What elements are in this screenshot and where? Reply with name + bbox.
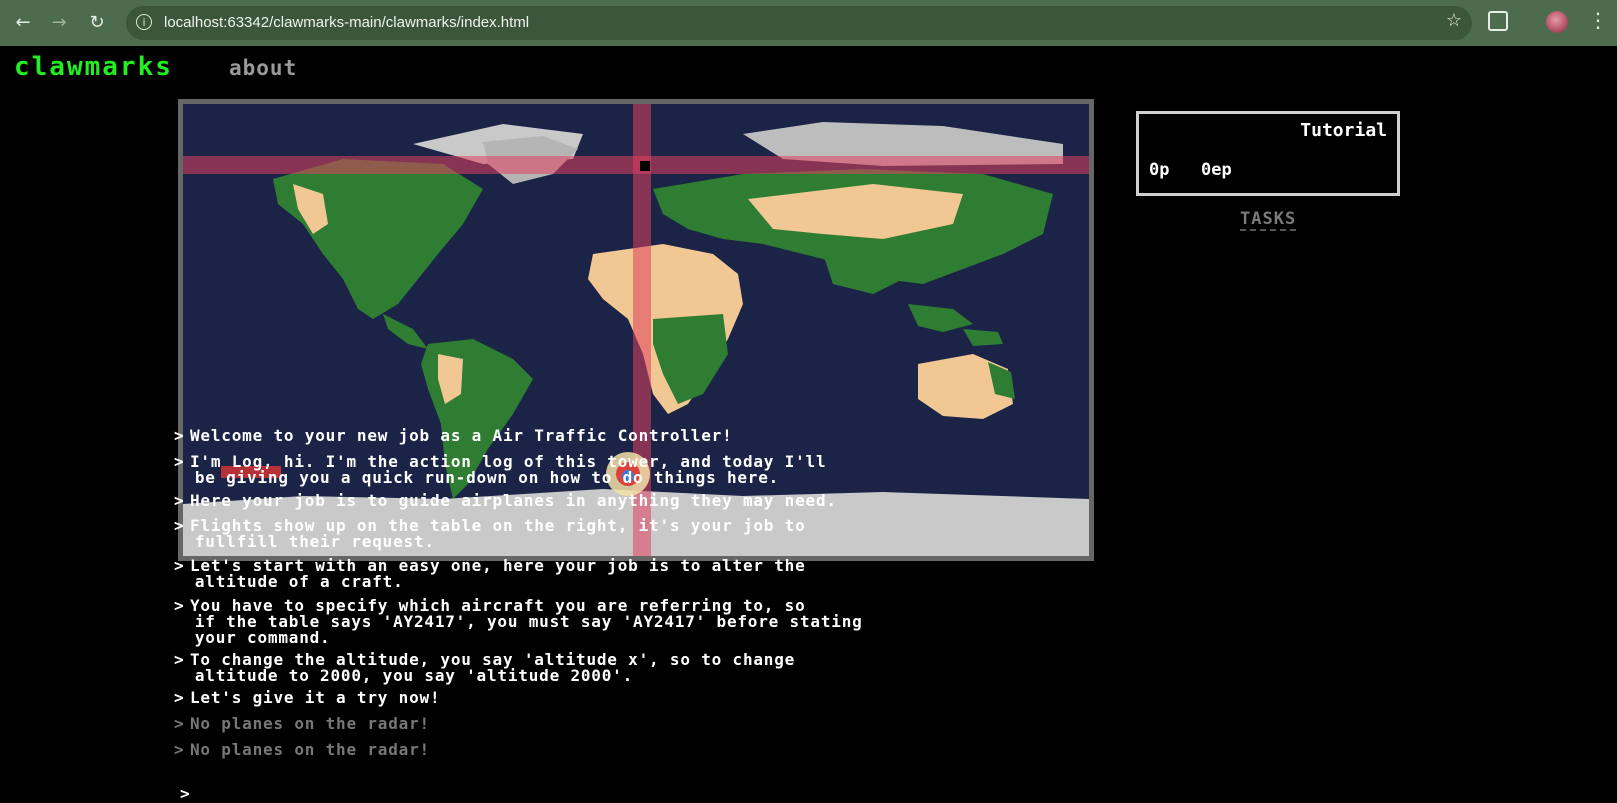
log-line: > Welcome to your new job as a Air Traffi…: [174, 428, 733, 444]
log-text: Here your job is to guide airplanes in a…: [190, 491, 837, 510]
log-text: Flights show up on the table on the righ…: [190, 516, 806, 551]
bookmark-star-icon[interactable]: ☆: [1446, 10, 1462, 31]
address-bar[interactable]: i localhost:63342/clawmarks-main/clawmar…: [126, 6, 1472, 40]
log-line: > You have to specify which aircraft you …: [174, 598, 863, 646]
mode-title: Tutorial: [1300, 120, 1387, 141]
log-line: > I'm Log, hi. I'm the action log of this…: [174, 454, 826, 486]
site-info-icon[interactable]: i: [136, 14, 152, 30]
log-caret: >: [174, 688, 185, 707]
extensions-icon[interactable]: [1488, 11, 1508, 31]
log-text: No planes on the radar!: [190, 714, 430, 733]
menu-kebab-icon[interactable]: ⋮: [1588, 8, 1608, 32]
log-caret: >: [174, 740, 185, 759]
points-value: 0p: [1149, 160, 1170, 180]
log-line: > Let's start with an easy one, here your…: [174, 558, 806, 590]
status-panel: Tutorial 0p 0ep: [1136, 111, 1400, 196]
tasks-tab[interactable]: TASKS: [1240, 209, 1297, 231]
site-brand-link[interactable]: clawmarks: [14, 52, 173, 82]
about-link[interactable]: about: [229, 56, 297, 80]
log-text: To change the altitude, you say 'altitud…: [190, 650, 796, 685]
browser-toolbar: ← → ↻ i localhost:63342/clawmarks-main/c…: [0, 0, 1617, 46]
extra-points-value: 0ep: [1201, 160, 1232, 180]
log-line: > Let's give it a try now!: [174, 690, 440, 706]
back-icon[interactable]: ←: [10, 10, 36, 36]
log-text: Welcome to your new job as a Air Traffic…: [190, 426, 733, 445]
log-text: Let's start with an easy one, here your …: [190, 556, 806, 591]
log-line: > No planes on the radar!: [174, 742, 430, 758]
log-line: > Flights show up on the table on the rig…: [174, 518, 806, 550]
log-caret: >: [174, 426, 185, 445]
forward-icon[interactable]: →: [46, 10, 72, 36]
command-input[interactable]: >: [180, 784, 190, 803]
log-line: > No planes on the radar!: [174, 716, 430, 732]
url-text[interactable]: localhost:63342/clawmarks-main/clawmarks…: [164, 14, 529, 31]
log-text: You have to specify which aircraft you a…: [190, 596, 863, 647]
log-line: > To change the altitude, you say 'altitu…: [174, 652, 795, 684]
log-text: No planes on the radar!: [190, 740, 430, 759]
world-map-graphic: [183, 104, 1089, 556]
log-text: Let's give it a try now!: [190, 688, 441, 707]
log-text: I'm Log, hi. I'm the action log of this …: [190, 452, 827, 487]
log-line: > Here your job is to guide airplanes in …: [174, 493, 837, 509]
log-caret: >: [174, 714, 185, 733]
log-caret: >: [174, 491, 185, 510]
profile-avatar[interactable]: [1546, 11, 1568, 33]
reload-icon[interactable]: ↻: [84, 10, 110, 36]
